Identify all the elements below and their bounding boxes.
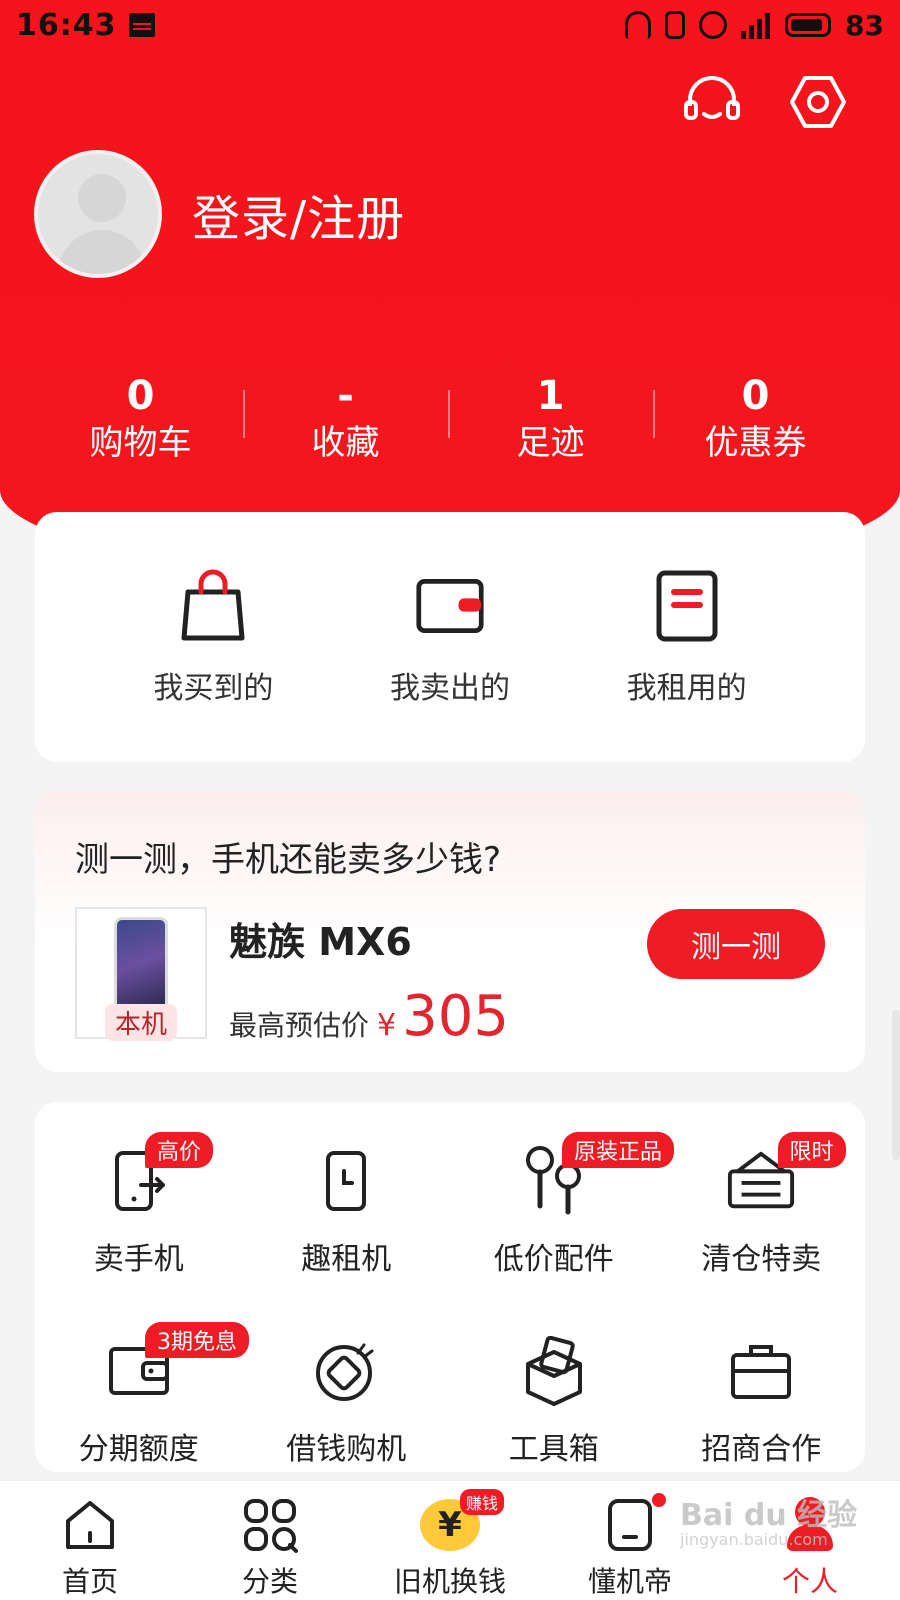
home-icon [60,1495,120,1554]
login-register-link[interactable]: 登录/注册 [192,179,405,249]
service-badge: 3期免息 [145,1322,249,1358]
service-label: 趣租机 [301,1242,392,1277]
stat-history[interactable]: 1 足迹 [448,372,653,466]
document-icon [652,567,722,645]
service-badge: 限时 [777,1132,846,1168]
phone-model: 魅族 MX6 [229,920,412,964]
service-clearance[interactable]: 限时 清仓特卖 [658,1132,866,1322]
loan-coin-icon [311,1336,381,1406]
price-label: 最高预估价 [229,1009,370,1042]
order-label: 我买到的 [153,671,274,706]
headphone-status-icon [625,11,652,39]
user-stats: 0 购物车 - 收藏 1 足迹 0 优惠券 [38,372,858,466]
order-rented[interactable]: 我租用的 [627,567,747,707]
order-bought[interactable]: 我买到的 [153,567,273,707]
service-sell-phone[interactable]: 高价 卖手机 [35,1132,243,1322]
tab-category[interactable]: 分类 [180,1481,360,1600]
stat-cart[interactable]: 0 购物车 [38,372,243,466]
header-actions [680,70,850,134]
order-label: 我租用的 [626,671,747,706]
scroll-handle[interactable] [892,1010,900,1160]
category-icon [240,1495,300,1554]
services-grid: 高价 卖手机 趣租机 原装正品 低价配件 限时 清仓特卖 3期免息 分期额度 借… [35,1102,865,1472]
stat-coupons[interactable]: 0 优惠券 [653,372,858,466]
avatar[interactable] [34,150,162,278]
news-icon [128,13,155,37]
alarm-icon [699,11,728,39]
profile-section: 登录/注册 [34,150,405,278]
tab-home[interactable]: 首页 [0,1481,180,1600]
status-time: 16:43 [16,7,117,43]
order-label: 我卖出的 [389,671,510,706]
orders-card: 我买到的 我卖出的 我租用的 [35,512,865,762]
order-sold[interactable]: 我卖出的 [390,567,510,707]
service-label: 低价配件 [493,1242,614,1277]
status-bar: 16:43 83 [0,0,900,50]
estimate-button[interactable]: 测一测 [647,909,825,979]
battery-icon [785,13,832,37]
notification-dot [650,1491,668,1509]
stat-value: 1 [536,373,565,419]
customer-service-icon[interactable] [680,70,744,134]
toolbox-icon [519,1336,589,1406]
tab-label: 首页 [61,1565,118,1598]
battery-level: 83 [845,8,884,42]
service-rent-phone[interactable]: 趣租机 [243,1132,451,1322]
watermark: Bai du 经验 [680,1498,858,1533]
tab-trade-in[interactable]: 赚钱 ¥ 旧机换钱 [360,1481,540,1600]
rent-phone-icon [311,1146,381,1216]
currency-symbol: ¥ [377,1008,397,1043]
signal-icon [741,11,771,39]
estimate-title: 测一测，手机还能卖多少钱? [75,840,502,880]
tab-label: 旧机换钱 [393,1565,506,1598]
briefcase-icon [726,1336,796,1406]
service-label: 工具箱 [508,1432,599,1467]
stat-value: - [337,373,354,419]
service-label: 招商合作 [701,1432,822,1467]
estimate-info: 魅族 MX6 最高预估价 ¥ 305 [229,907,647,1049]
service-accessories[interactable]: 原装正品 低价配件 [450,1132,675,1322]
stat-label: 优惠券 [704,423,807,463]
tab-label: 分类 [241,1565,298,1598]
stat-label: 购物车 [89,423,192,463]
this-device-tag: 本机 [105,1004,178,1041]
service-badge: 高价 [145,1132,214,1168]
status-icons: 83 [625,9,884,42]
service-label: 清仓特卖 [701,1242,822,1277]
stat-value: 0 [126,373,155,419]
estimate-body: 本机 魅族 MX6 最高预估价 ¥ 305 测一测 [75,907,825,1049]
estimated-price: 305 [402,984,509,1049]
stat-value: 0 [741,373,770,419]
watermark-url: jingyan.baidu.com [680,1530,828,1549]
service-label: 分期额度 [78,1432,199,1467]
vibrate-icon [665,11,686,39]
price-row: 最高预估价 ¥ 305 [229,984,647,1049]
phone-thumbnail: 本机 [75,907,207,1041]
tab-label: 个人 [781,1565,838,1598]
tab-label: 懂机帝 [587,1565,672,1598]
settings-gear-icon[interactable] [786,70,850,134]
phone-estimate-card: 测一测，手机还能卖多少钱? 本机 魅族 MX6 最高预估价 ¥ 305 测一测 [35,792,865,1072]
wallet-card-icon [415,567,485,645]
service-label: 借钱购机 [286,1432,407,1467]
stat-favorites[interactable]: - 收藏 [243,372,448,466]
earn-money-badge: 赚钱 [460,1489,505,1515]
stat-label: 收藏 [311,423,380,463]
service-label: 卖手机 [93,1242,184,1277]
shopping-bag-icon [178,567,248,645]
stat-label: 足迹 [516,423,585,463]
